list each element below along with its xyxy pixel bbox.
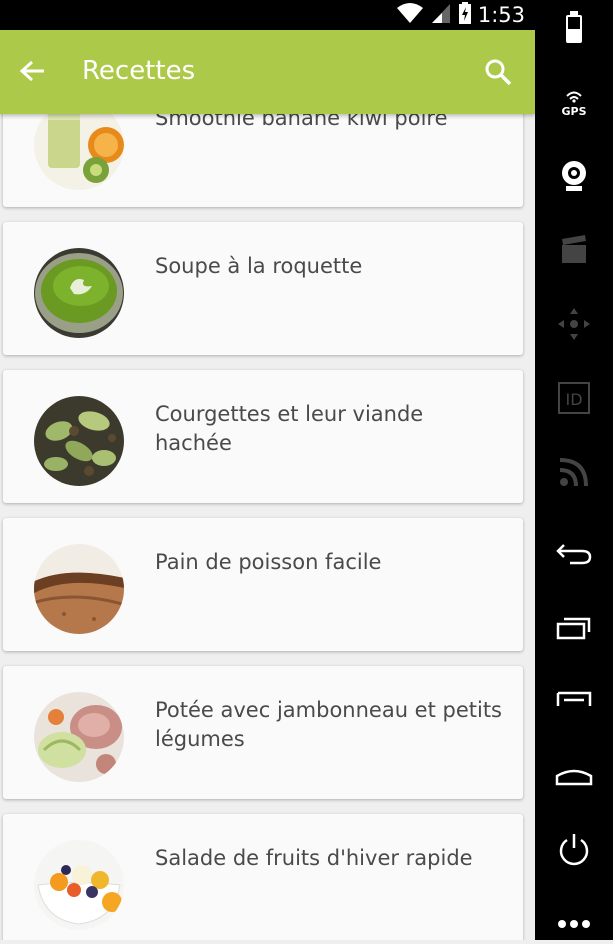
recipe-name: Soupe à la roquette bbox=[155, 254, 363, 278]
id-icon[interactable]: ID bbox=[554, 378, 594, 418]
recipe-name: Courgettes et leur viande hachée bbox=[155, 402, 424, 455]
recipe-name: Potée avec jambonneau et petits légumes bbox=[155, 698, 503, 751]
page-title: Recettes bbox=[82, 56, 196, 86]
gps-icon[interactable]: GPS bbox=[554, 82, 594, 122]
battery-charging-icon bbox=[458, 1, 472, 29]
battery-icon[interactable] bbox=[554, 8, 594, 48]
signal-icon bbox=[430, 2, 452, 28]
rss-icon[interactable] bbox=[554, 452, 594, 492]
recipe-name: Smoothie banane kiwi poire bbox=[155, 114, 448, 130]
fish-bread-photo bbox=[34, 544, 124, 634]
menu-icon[interactable] bbox=[554, 682, 594, 722]
recipe-card[interactable]: Salade de fruits d'hiver rapide bbox=[3, 814, 523, 940]
search-icon[interactable] bbox=[482, 56, 514, 88]
more-icon[interactable] bbox=[554, 904, 594, 944]
recipe-card[interactable]: Soupe à la roquette bbox=[3, 222, 523, 355]
soup-photo bbox=[34, 248, 124, 338]
back-arrow-icon[interactable] bbox=[16, 56, 48, 88]
gps-label: GPS bbox=[561, 105, 586, 118]
recipe-card[interactable]: Potée avec jambonneau et petits légumes bbox=[3, 666, 523, 799]
fruit-salad-photo bbox=[34, 840, 124, 930]
dpad-icon[interactable] bbox=[554, 304, 594, 344]
recipe-card[interactable]: Smoothie banane kiwi poire bbox=[3, 114, 523, 207]
back-icon[interactable] bbox=[554, 534, 594, 574]
status-bar: 1:53 bbox=[0, 0, 535, 30]
recipe-list[interactable]: Smoothie banane kiwi poire Soupe à la ro… bbox=[0, 114, 535, 940]
app-bar: Recettes bbox=[0, 30, 535, 114]
power-icon[interactable] bbox=[554, 830, 594, 870]
home-icon[interactable] bbox=[554, 756, 594, 796]
video-icon[interactable] bbox=[554, 230, 594, 270]
recipe-name: Salade de fruits d'hiver rapide bbox=[155, 846, 473, 870]
recipe-name: Pain de poisson facile bbox=[155, 550, 382, 574]
zucchini-photo bbox=[34, 396, 124, 486]
camera-icon[interactable] bbox=[554, 156, 594, 196]
id-label: ID bbox=[565, 390, 582, 409]
wifi-icon bbox=[396, 2, 424, 28]
recent-apps-icon[interactable] bbox=[554, 608, 594, 648]
stew-photo bbox=[34, 692, 124, 782]
emulator-panel: GPS ID bbox=[535, 0, 613, 940]
recipe-card[interactable]: Pain de poisson facile bbox=[3, 518, 523, 651]
smoothie-photo bbox=[34, 114, 124, 190]
recipe-card[interactable]: Courgettes et leur viande hachée bbox=[3, 370, 523, 503]
clock: 1:53 bbox=[477, 3, 525, 27]
